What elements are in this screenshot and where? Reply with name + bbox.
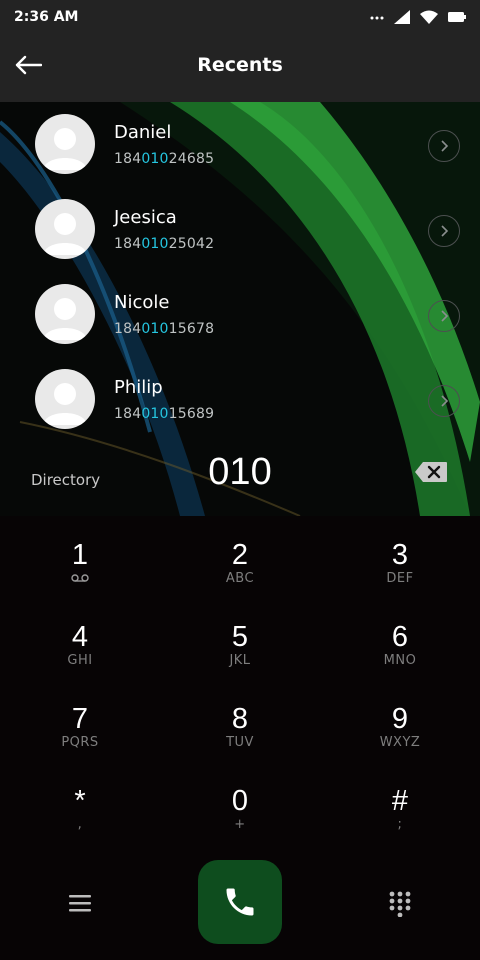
battery-icon [448,12,466,22]
key-digit: 1 [71,539,89,571]
avatar [35,284,95,344]
app-bar: Recents [0,34,480,102]
dialer-action-bar [0,860,480,960]
dialed-number-field[interactable]: 010 [0,451,480,494]
backspace-icon [415,462,447,482]
key-digit: 6 [391,621,409,653]
key-digit: 0 [231,785,249,817]
key-letters: DEF [386,571,414,586]
status-icons [370,10,466,24]
key-letters: ABC [225,571,255,586]
key-hash[interactable]: # ; [320,762,480,844]
key-letters: PQRS [61,735,99,750]
contact-name: Nicole [114,292,170,313]
key-letters: WXYZ [379,735,421,750]
contact-row-nicole[interactable]: Nicole 18401015678 [0,272,480,357]
key-8[interactable]: 8 TUV [160,680,320,762]
key-digit: 4 [71,621,89,653]
chevron-right-icon [441,225,449,237]
signal-icon [394,10,410,24]
avatar [35,369,95,429]
contact-number: 18401024685 [114,151,215,167]
key-digit: # [391,785,409,817]
menu-button[interactable] [60,888,100,918]
chevron-right-icon [441,395,449,407]
keypad-toggle-button[interactable] [380,886,420,922]
contact-row-philip[interactable]: Philip 18401015689 [0,357,480,442]
key-9[interactable]: 9 WXYZ [320,680,480,762]
default-person-icon [43,383,87,425]
contact-number: 18401025042 [114,236,215,252]
key-1[interactable]: 1 [0,516,160,598]
contact-detail-button[interactable] [428,215,460,247]
page-title: Recents [197,54,283,76]
chevron-right-icon [441,310,449,322]
key-letters: GHI [67,653,93,668]
status-time: 2:36 AM [14,9,79,25]
contact-results-list: Daniel 18401024685 Jeesica 18401025042 N… [0,102,480,442]
key-letters: + [234,817,246,832]
contact-row-daniel[interactable]: Daniel 18401024685 [0,102,480,187]
key-digit: 5 [231,621,249,653]
status-bar: 2:36 AM [0,0,480,34]
contact-detail-button[interactable] [428,130,460,162]
voicemail-icon [71,574,89,582]
key-letters: TUV [226,735,254,750]
key-digit: 7 [71,703,89,735]
backspace-button[interactable] [414,461,448,483]
contact-name: Daniel [114,122,172,143]
key-2[interactable]: 2 ABC [160,516,320,598]
key-letters: JKL [229,653,251,668]
contact-detail-button[interactable] [428,300,460,332]
avatar [35,199,95,259]
default-person-icon [43,128,87,170]
contact-number: 18401015689 [114,406,215,422]
key-letters: , [77,817,83,832]
key-7[interactable]: 7 PQRS [0,680,160,762]
dialpad-icon [389,891,411,917]
key-4[interactable]: 4 GHI [0,598,160,680]
default-person-icon [43,298,87,340]
phone-icon [226,888,254,916]
menu-icon [69,895,91,912]
key-digit: 3 [391,539,409,571]
key-digit: 8 [231,703,249,735]
key-0[interactable]: 0 + [160,762,320,844]
key-3[interactable]: 3 DEF [320,516,480,598]
key-star[interactable]: * , [0,762,160,844]
more-dots-icon [370,16,384,20]
default-person-icon [43,213,87,255]
contact-number: 18401015678 [114,321,215,337]
key-digit: 9 [391,703,409,735]
key-letters: MNO [383,653,417,668]
contact-detail-button[interactable] [428,385,460,417]
key-letters: ; [397,817,403,832]
key-5[interactable]: 5 JKL [160,598,320,680]
call-button[interactable] [198,860,282,944]
chevron-right-icon [441,140,449,152]
contact-name: Philip [114,377,163,398]
contact-row-jeesica[interactable]: Jeesica 18401025042 [0,187,480,272]
wifi-icon [420,10,438,24]
key-digit: * [74,785,86,817]
contact-name: Jeesica [114,207,177,228]
key-digit: 2 [231,539,249,571]
key-6[interactable]: 6 MNO [320,598,480,680]
avatar [35,114,95,174]
dial-input-row: Directory 010 [0,445,480,505]
